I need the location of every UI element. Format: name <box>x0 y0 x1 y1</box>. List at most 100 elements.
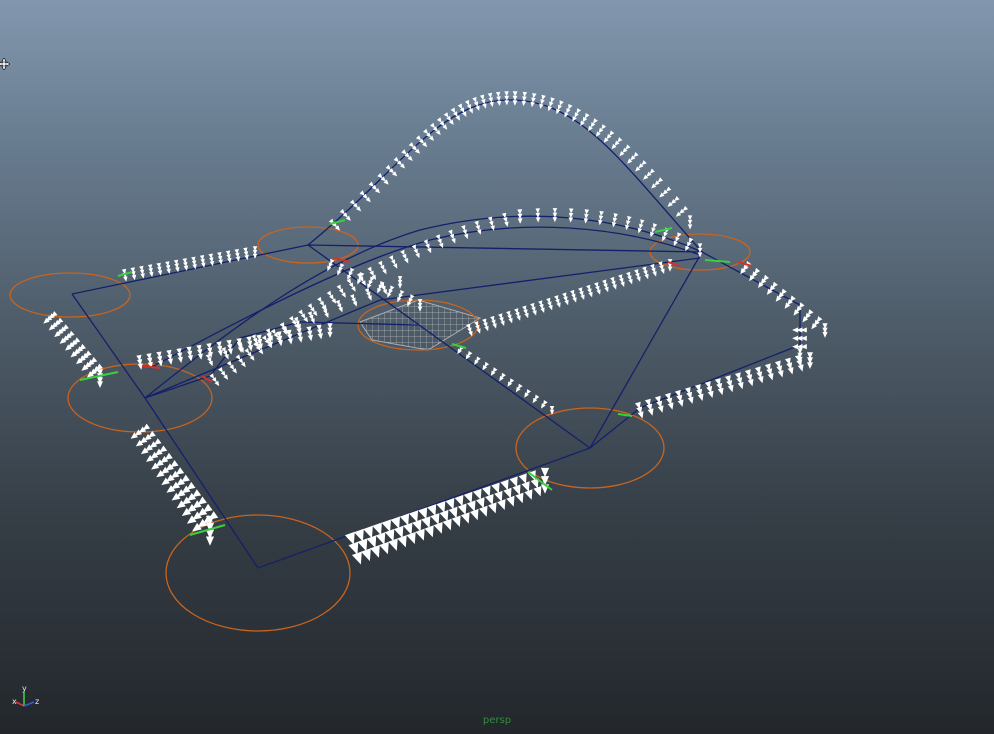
direction-arrow <box>492 323 497 329</box>
direction-arrow <box>475 225 480 231</box>
direction-arrow <box>363 525 373 539</box>
direction-arrow <box>397 283 403 289</box>
direction-arrow <box>628 278 633 285</box>
direction-arrow <box>532 310 537 316</box>
control-circle[interactable] <box>9 272 131 318</box>
direction-arrow <box>464 233 469 240</box>
direction-arrow <box>244 348 250 354</box>
camera-label: persp <box>482 715 512 726</box>
direction-arrow <box>436 117 442 123</box>
direction-arrow <box>487 216 493 223</box>
direction-arrow <box>521 481 530 492</box>
direction-arrow <box>217 350 223 357</box>
direction-arrow <box>717 387 724 396</box>
direction-arrow <box>588 291 593 298</box>
direction-arrow <box>497 499 506 510</box>
direction-arrow <box>262 335 267 341</box>
direction-arrow <box>512 484 521 496</box>
direction-arrow <box>485 494 494 505</box>
direction-arrow <box>460 512 470 524</box>
direction-arrow <box>406 531 416 544</box>
outer-path-curve[interactable] <box>71 244 704 569</box>
direction-arrow <box>636 276 641 282</box>
direction-arrow <box>647 408 654 416</box>
direction-arrow <box>496 100 502 106</box>
direction-arrow <box>627 215 632 222</box>
direction-arrow <box>625 144 631 150</box>
direction-arrow <box>424 525 434 538</box>
direction-arrow <box>375 532 386 545</box>
direction-arrow <box>513 91 518 97</box>
direction-arrow <box>349 199 355 205</box>
direction-arrow <box>461 225 466 231</box>
cross-path-curve[interactable] <box>307 244 591 449</box>
direction-arrow <box>568 103 573 110</box>
direction-arrow <box>287 338 293 345</box>
direction-arrow <box>329 294 334 300</box>
direction-arrow <box>489 220 494 227</box>
direction-arrow <box>368 181 374 187</box>
direction-arrow <box>443 112 449 118</box>
direction-arrow <box>509 476 518 487</box>
green-marker <box>654 227 673 233</box>
control-circle[interactable] <box>165 514 351 632</box>
direction-arrow <box>442 518 452 531</box>
direction-arrow <box>388 538 398 551</box>
direction-arrow <box>504 100 509 106</box>
direction-arrow <box>377 173 383 179</box>
direction-arrow <box>400 249 405 256</box>
direction-arrow <box>557 104 563 110</box>
direction-arrow <box>393 156 399 163</box>
direction-arrow <box>307 334 313 342</box>
direction-arrow <box>341 292 346 298</box>
direction-arrow <box>484 325 489 332</box>
perspective-viewport[interactable]: x y z persp <box>0 0 994 734</box>
direction-arrow <box>532 93 537 99</box>
direction-arrow <box>516 315 521 321</box>
direction-arrow <box>227 348 233 355</box>
direction-arrow <box>412 519 422 532</box>
direction-arrow <box>822 331 828 338</box>
direction-arrow <box>448 506 458 519</box>
direction-arrow <box>660 268 665 274</box>
green-marker <box>451 343 467 349</box>
direction-arrow <box>564 299 569 306</box>
direction-arrow <box>576 108 582 114</box>
direction-arrow <box>468 330 473 337</box>
direction-arrow <box>448 229 453 236</box>
direction-arrow <box>381 519 391 532</box>
direction-arrow <box>687 396 694 404</box>
direction-arrow <box>540 467 550 478</box>
direction-arrow <box>357 538 368 552</box>
direction-arrow <box>336 284 342 290</box>
direction-arrow <box>451 515 461 527</box>
direction-arrow <box>521 100 527 107</box>
direction-arrow <box>649 168 655 174</box>
direction-arrow <box>477 229 482 235</box>
direction-arrow <box>430 122 435 129</box>
direction-arrow <box>298 309 303 315</box>
direction-arrow <box>433 522 443 534</box>
scene-canvas[interactable] <box>0 0 994 734</box>
direction-arrow <box>504 221 509 227</box>
direction-arrow <box>479 505 488 517</box>
direction-arrow <box>351 286 356 292</box>
direction-arrow <box>327 331 333 338</box>
direction-arrow <box>289 315 294 322</box>
direction-arrow <box>326 290 332 297</box>
direction-arrow <box>617 137 623 143</box>
direction-arrow <box>727 384 734 393</box>
direction-arrow <box>205 536 215 546</box>
direction-arrow <box>487 92 493 99</box>
direction-arrow <box>338 288 344 294</box>
direction-arrow <box>503 487 512 499</box>
direction-arrow <box>339 208 345 215</box>
direction-arrow <box>792 344 799 350</box>
direction-arrow <box>488 502 497 514</box>
direction-arrow <box>408 510 419 523</box>
direction-arrow <box>612 217 618 223</box>
hill-curve[interactable] <box>307 99 703 253</box>
direction-arrow <box>379 541 389 555</box>
direction-arrow <box>522 91 528 98</box>
direction-arrow <box>515 492 524 504</box>
